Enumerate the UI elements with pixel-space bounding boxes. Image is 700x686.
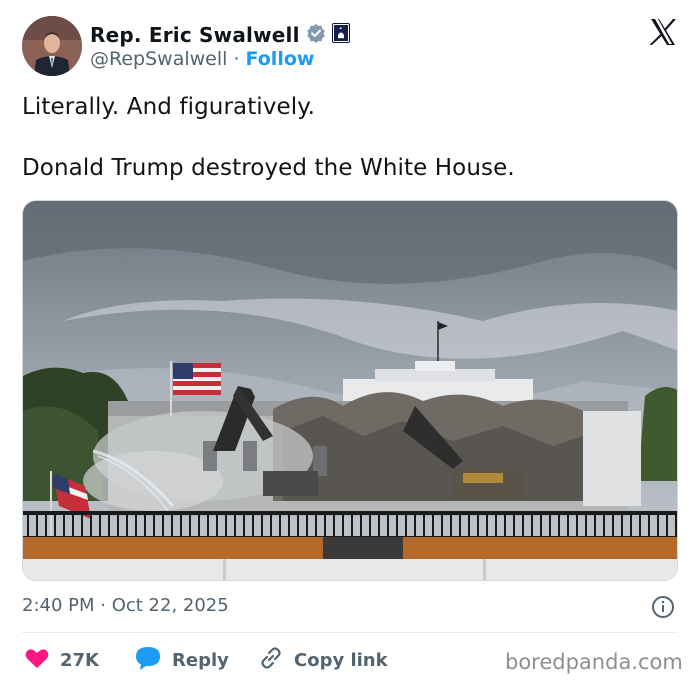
actions-divider xyxy=(22,632,678,633)
heart-icon xyxy=(24,646,50,675)
tweet-timestamp[interactable]: 2:40 PM · Oct 22, 2025 xyxy=(22,595,229,616)
tweet-text-line-1: Literally. And figuratively. xyxy=(22,94,316,120)
tweet-text-line-2: Donald Trump destroyed the White House. xyxy=(22,155,515,181)
reply-label: Reply xyxy=(172,649,229,671)
author-handle[interactable]: @RepSwalwell xyxy=(90,48,227,70)
like-count: 27K xyxy=(60,649,99,671)
info-icon[interactable] xyxy=(651,595,675,619)
link-icon xyxy=(258,645,284,676)
follow-button[interactable]: Follow xyxy=(246,48,315,70)
author-avatar[interactable] xyxy=(22,16,82,76)
x-logo-icon[interactable] xyxy=(648,17,678,47)
government-seal-icon xyxy=(331,23,350,47)
copy-link-button[interactable]: Copy link xyxy=(258,646,388,674)
verified-badge-icon xyxy=(306,23,326,47)
author-name-row: Rep. Eric Swalwell xyxy=(90,22,350,48)
comment-icon xyxy=(134,645,162,676)
watermark: boredpanda.com xyxy=(505,650,683,674)
tweet-photo[interactable] xyxy=(22,200,678,581)
author-name[interactable]: Rep. Eric Swalwell xyxy=(90,23,300,47)
handle-separator: · xyxy=(227,48,246,70)
copy-link-label: Copy link xyxy=(294,649,388,671)
like-button[interactable]: 27K xyxy=(24,646,99,674)
reply-button[interactable]: Reply xyxy=(134,646,229,674)
author-handle-row: @RepSwalwell · Follow xyxy=(90,48,314,70)
